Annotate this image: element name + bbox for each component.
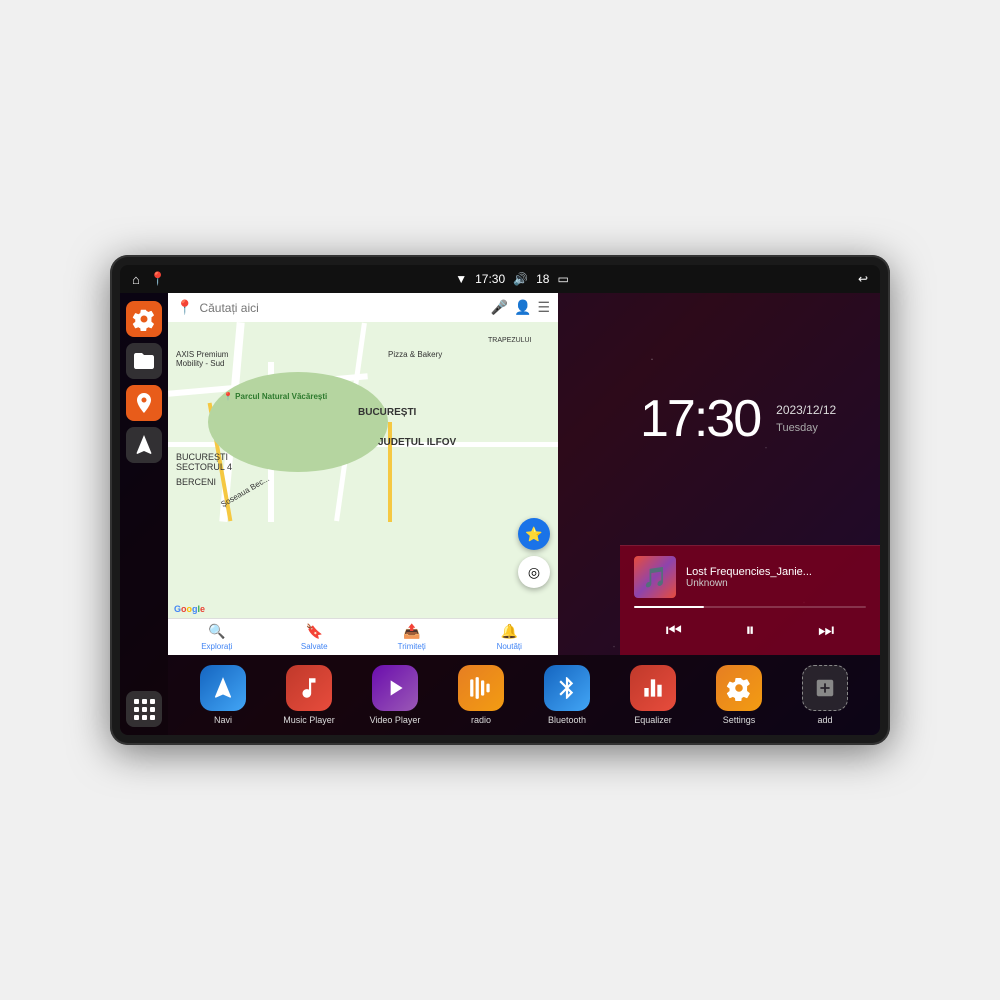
music-player-label: Music Player: [283, 715, 335, 725]
map-footer-explore[interactable]: 🔍 Explorați: [168, 619, 266, 655]
map-search-input[interactable]: [199, 301, 484, 315]
music-info: 🎵 Lost Frequencies_Janie... Unknown: [634, 556, 866, 598]
map-label-buc: BUCUREȘTI: [358, 407, 416, 418]
music-title: Lost Frequencies_Janie...: [686, 566, 866, 578]
clock-date: 2023/12/12 Tuesday: [776, 401, 836, 438]
main-content: 📍 🎤 👤 ☰: [120, 293, 880, 735]
map-background: AXIS PremiumMobility - Sud Pizza & Baker…: [168, 322, 558, 618]
map-footer: 🔍 Explorați 🔖 Salvate 📤 Trimiteți: [168, 618, 558, 655]
map-label-jud: JUDEȚUL ILFOV: [378, 437, 456, 448]
status-time: 17:30: [475, 272, 505, 286]
sidebar-file-btn[interactable]: [126, 343, 162, 379]
add-label: add: [817, 715, 832, 725]
clock-day-value: Tuesday: [776, 420, 836, 438]
map-label-parc: 📍 Parcul Natural Văcărești: [223, 392, 327, 401]
bluetooth-label: Bluetooth: [548, 715, 586, 725]
video-player-icon: [372, 665, 418, 711]
map-label-sectorul: BUCUREȘTISECTORUL 4: [176, 452, 232, 472]
navi-label: Navi: [214, 715, 232, 725]
album-art-image: 🎵: [634, 556, 676, 598]
map-panel: 📍 🎤 👤 ☰: [168, 293, 558, 655]
video-player-label: Video Player: [370, 715, 421, 725]
app-settings[interactable]: Settings: [709, 665, 769, 725]
app-radio[interactable]: radio: [451, 665, 511, 725]
equalizer-icon: [630, 665, 676, 711]
google-maps-icon: 📍: [176, 299, 193, 316]
music-artist: Unknown: [686, 578, 866, 589]
right-panel: 17:30 2023/12/12 Tuesday 🎵: [620, 293, 880, 655]
wifi-icon: ▼: [455, 272, 467, 286]
volume-icon: 🔊: [513, 272, 528, 286]
clock-time: 17:30: [640, 393, 760, 445]
battery-icon: ▭: [557, 272, 568, 286]
grid-icon: [134, 699, 155, 720]
settings-icon: [716, 665, 762, 711]
map-footer-explore-label: Explorați: [201, 642, 232, 651]
map-label-axis: AXIS PremiumMobility - Sud: [176, 350, 228, 368]
map-label-berceni: BERCENI: [176, 477, 216, 487]
album-art: 🎵: [634, 556, 676, 598]
sidebar-grid-btn[interactable]: [126, 691, 162, 727]
sidebar-settings-btn[interactable]: [126, 301, 162, 337]
app-video-player[interactable]: Video Player: [365, 665, 425, 725]
clock-panel: 17:30 2023/12/12 Tuesday: [620, 293, 880, 545]
radio-icon: [458, 665, 504, 711]
navi-icon: [200, 665, 246, 711]
map-status-icon[interactable]: 📍: [150, 271, 166, 287]
map-search-actions: 🎤 👤 ☰: [491, 299, 550, 316]
map-location-fab[interactable]: ◎: [518, 556, 550, 588]
map-viewport[interactable]: AXIS PremiumMobility - Sud Pizza & Baker…: [168, 322, 558, 618]
center-area: 📍 🎤 👤 ☰: [168, 293, 880, 735]
map-label-pizza: Pizza & Bakery: [388, 350, 442, 359]
app-bluetooth[interactable]: Bluetooth: [537, 665, 597, 725]
google-logo: Google: [174, 604, 205, 614]
settings-label: Settings: [723, 715, 756, 725]
music-player-icon: [286, 665, 332, 711]
map-footer-saved-label: Salvate: [301, 642, 328, 651]
equalizer-label: Equalizer: [634, 715, 672, 725]
music-panel: 🎵 Lost Frequencies_Janie... Unknown: [620, 545, 880, 655]
home-icon[interactable]: ⌂: [132, 272, 140, 287]
mic-icon[interactable]: 🎤: [491, 299, 508, 316]
pause-button[interactable]: ⏸: [738, 616, 763, 645]
map-star-fab[interactable]: ⭐: [518, 518, 550, 550]
app-navi[interactable]: Navi: [193, 665, 253, 725]
status-right: ↩: [858, 272, 868, 286]
music-text: Lost Frequencies_Janie... Unknown: [686, 566, 866, 589]
next-button[interactable]: ⏭: [810, 616, 842, 645]
account-icon[interactable]: 👤: [514, 299, 531, 316]
app-grid: Navi Music Player: [168, 655, 880, 735]
map-footer-saved[interactable]: 🔖 Salvate: [266, 619, 364, 655]
app-equalizer[interactable]: Equalizer: [623, 665, 683, 725]
app-add[interactable]: add: [795, 665, 855, 725]
status-center: ▼ 17:30 🔊 18 ▭: [455, 272, 569, 286]
screen: 📍 🎤 👤 ☰: [120, 293, 880, 735]
device: ⌂ 📍 ▼ 17:30 🔊 18 ▭ ↩: [110, 255, 890, 745]
music-progress-bar[interactable]: [634, 606, 866, 608]
app-music-player[interactable]: Music Player: [279, 665, 339, 725]
battery-level: 18: [536, 272, 549, 286]
map-footer-news-label: Noutăți: [497, 642, 522, 651]
map-footer-news[interactable]: 🔔 Noutăți: [461, 619, 559, 655]
status-left-icons: ⌂ 📍: [132, 271, 166, 287]
map-search-bar[interactable]: 📍 🎤 👤 ☰: [168, 293, 558, 322]
music-progress-fill: [634, 606, 704, 608]
sidebar-nav-btn[interactable]: [126, 427, 162, 463]
left-sidebar: [120, 293, 168, 735]
map-label-trap: TRAPEZULUI: [488, 337, 532, 344]
status-bar: ⌂ 📍 ▼ 17:30 🔊 18 ▭ ↩: [120, 265, 880, 293]
map-footer-send-label: Trimiteți: [398, 642, 426, 651]
sidebar-map-btn[interactable]: [126, 385, 162, 421]
menu-icon[interactable]: ☰: [537, 299, 550, 316]
add-icon: [802, 665, 848, 711]
map-container: 📍 🎤 👤 ☰: [168, 293, 880, 655]
prev-button[interactable]: ⏮: [658, 616, 690, 645]
radio-label: radio: [471, 715, 491, 725]
music-controls: ⏮ ⏸ ⏭: [634, 616, 866, 645]
bluetooth-icon: [544, 665, 590, 711]
clock-date-value: 2023/12/12: [776, 401, 836, 420]
back-icon[interactable]: ↩: [858, 272, 868, 286]
map-footer-send[interactable]: 📤 Trimiteți: [363, 619, 461, 655]
